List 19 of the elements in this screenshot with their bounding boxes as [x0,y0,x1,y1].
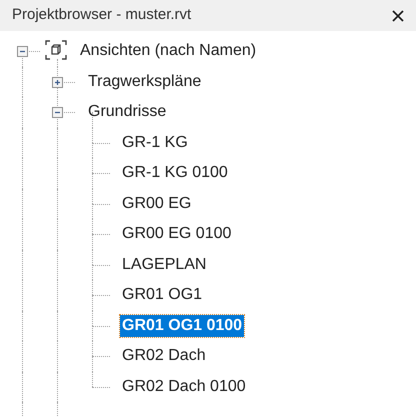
minus-box-icon[interactable] [17,46,28,57]
tree-item[interactable]: GR00 EG [120,192,194,214]
tree-item[interactable]: GR-1 KG [120,132,190,154]
close-button[interactable] [390,8,406,24]
tree-item[interactable]: GR02 Dach 0100 [120,376,248,398]
tree-item[interactable]: GR01 OG1 0100 [120,314,244,336]
close-icon [392,10,404,22]
minus-box-icon[interactable] [52,107,63,118]
window-title: Projektbrowser - muster.rvt [12,5,192,26]
tree-item[interactable]: Tragwerkspläne [86,70,204,92]
view-icon [45,40,67,60]
tree-item[interactable]: GR02 Dach [120,345,208,367]
tree-item[interactable]: GR00 EG 0100 [120,223,234,245]
tree-item[interactable]: GR-1 KG 0100 [120,162,230,184]
tree-item[interactable]: GR01 OG1 [120,284,204,306]
tree-item[interactable]: Ansichten (nach Namen) [78,40,258,62]
tree-item[interactable]: LAGEPLAN [120,254,208,276]
plus-box-icon[interactable] [52,76,63,88]
tree-item[interactable]: Grundrisse [86,101,168,123]
